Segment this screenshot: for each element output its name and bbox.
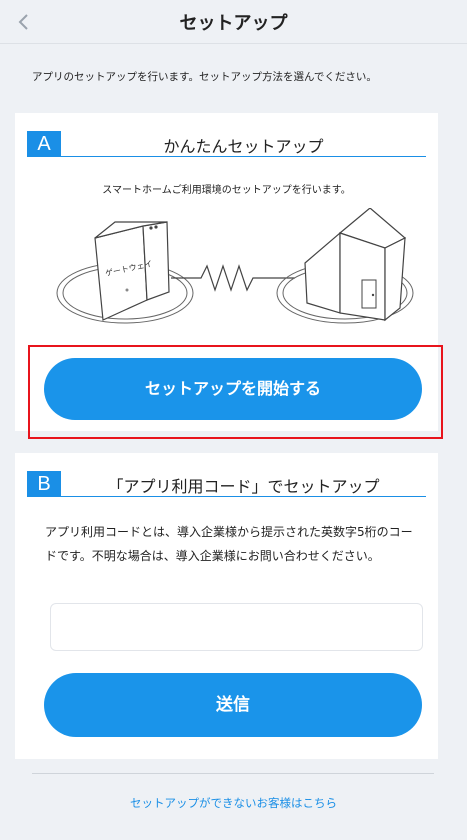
send-button[interactable]: 送信 [44,673,422,737]
section-a-subtitle: スマートホームご利用環境のセットアップを行います。 [102,185,351,196]
section-a-header: A かんたんセットアップ [27,131,426,157]
section-a-badge: A [27,131,61,157]
page-title: セットアップ [179,13,288,34]
setup-help-link[interactable]: セットアップができないお客様はこちら [0,795,467,811]
gateway-house-illustration: ゲートウェイ [56,208,414,324]
app-code-input[interactable] [50,603,423,651]
section-b-title: 「アプリ利用コード」でセットアップ [107,477,380,496]
section-b-description: アプリ利用コードとは、導入企業様から提示された英数字5桁のコードです。不明な場合… [45,525,413,563]
header-bar: セットアップ [0,0,467,44]
house-icon [304,208,407,322]
section-b-header: B 「アプリ利用コード」でセットアップ [27,471,426,497]
footer-divider [32,773,434,774]
start-setup-button[interactable]: セットアップを開始する [44,358,422,420]
section-a-title: かんたんセットアップ [163,137,324,156]
section-b-badge: B [27,471,61,497]
intro-text: アプリのセットアップを行います。セットアップ方法を選んでください。 [32,71,377,83]
